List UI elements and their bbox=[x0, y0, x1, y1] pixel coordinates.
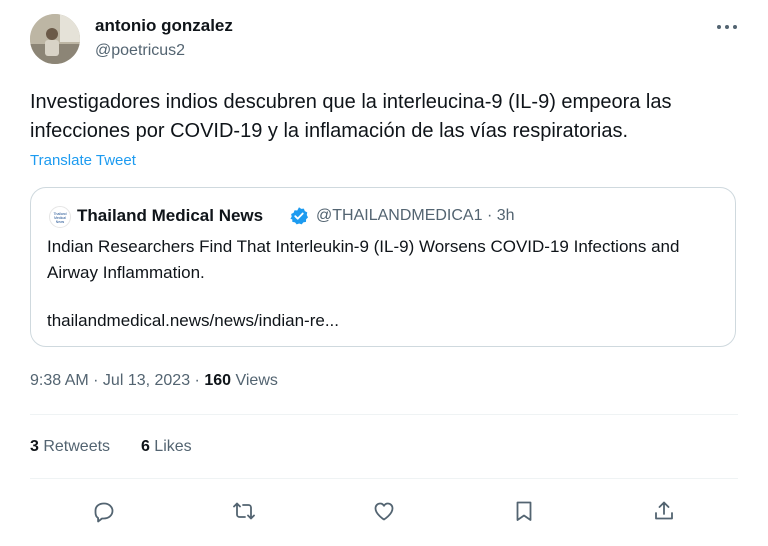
reply-icon bbox=[94, 502, 114, 523]
quoted-account-logo: Thailand Medical News bbox=[49, 206, 71, 228]
likes-stat[interactable]: 6 Likes bbox=[141, 438, 192, 455]
retweet-icon bbox=[233, 502, 255, 520]
author-handle[interactable]: @poetricus2 bbox=[95, 42, 185, 60]
likes-count: 6 bbox=[140, 438, 150, 455]
share-icon bbox=[655, 501, 673, 520]
quoted-account-name: Thailand Medical News bbox=[77, 206, 264, 225]
tweet-meta: 9:38 AM · Jul 13, 2023 · 160 Views bbox=[30, 372, 278, 390]
tweet-stats: 3 Retweets 6 Likes bbox=[30, 438, 192, 456]
likes-label: Likes bbox=[149, 438, 192, 455]
more-options-button[interactable] bbox=[712, 16, 742, 38]
translate-tweet-link[interactable]: Translate Tweet bbox=[30, 152, 136, 169]
retweet-button[interactable] bbox=[227, 494, 261, 528]
divider bbox=[30, 414, 738, 415]
author-avatar[interactable] bbox=[30, 14, 80, 64]
bookmark-button[interactable] bbox=[507, 494, 541, 528]
tweet-actions bbox=[30, 494, 738, 528]
author-name[interactable]: antonio gonzalez bbox=[95, 16, 233, 36]
quoted-tweet-link[interactable]: thailandmedical.news/news/indian-re... bbox=[47, 311, 339, 331]
views-label: Views bbox=[231, 372, 278, 389]
svg-text:News: News bbox=[56, 220, 65, 224]
quoted-tweet-card[interactable]: Thailand Medical News Thailand Medical N… bbox=[30, 187, 736, 347]
retweets-count: 3 bbox=[30, 438, 39, 455]
divider bbox=[30, 478, 738, 479]
thailand-medical-news-logo: Thailand Medical News bbox=[53, 212, 66, 224]
retweets-label: Retweets bbox=[38, 438, 111, 455]
quoted-tweet-text: Indian Researchers Find That Interleukin… bbox=[47, 237, 680, 282]
like-button[interactable] bbox=[367, 494, 401, 528]
verified-badge-icon bbox=[289, 206, 309, 226]
tweet-text: Investigadores indios descubren que la i… bbox=[30, 91, 672, 142]
reply-button[interactable] bbox=[87, 494, 121, 528]
avatar-photo bbox=[30, 14, 80, 64]
retweets-stat[interactable]: 3 Retweets bbox=[30, 438, 110, 455]
more-horizontal-icon bbox=[717, 25, 737, 29]
bookmark-icon bbox=[516, 501, 532, 521]
tweet-timestamp[interactable]: 9:38 AM · Jul 13, 2023 · bbox=[30, 372, 204, 389]
quoted-handle-time: @THAILANDMEDICA1 · 3h bbox=[316, 207, 515, 224]
heart-icon bbox=[374, 502, 394, 521]
views-count: 160 bbox=[204, 372, 232, 389]
share-button[interactable] bbox=[647, 494, 681, 528]
